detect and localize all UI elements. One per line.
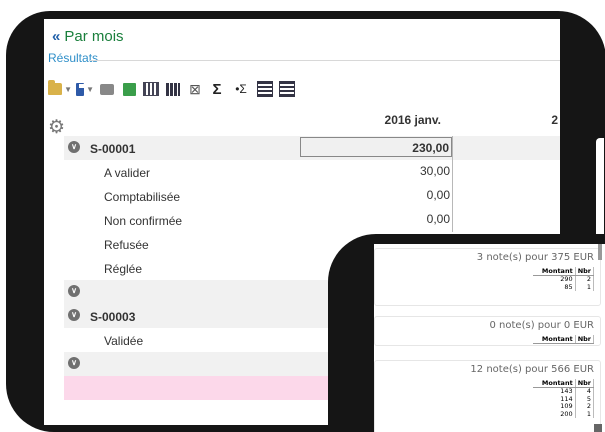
print-icon[interactable] bbox=[98, 80, 116, 98]
collapse-icon[interactable]: ∨ bbox=[68, 285, 80, 297]
column-divider bbox=[452, 160, 453, 184]
note-card: 12 note(s) pour 566 EUR Montant Nbr 143 4 114… bbox=[374, 360, 601, 432]
excel-icon[interactable] bbox=[120, 80, 138, 98]
bars-icon[interactable] bbox=[164, 80, 182, 98]
sum-icon[interactable]: Σ bbox=[208, 80, 226, 98]
section-divider bbox=[90, 60, 560, 61]
cell-value[interactable]: 0,00 bbox=[300, 209, 452, 229]
collapse-icon[interactable]: ∨ bbox=[68, 309, 80, 321]
notes-panel: 3 note(s) pour 375 EUR Montant Nbr 290 2 85 1 0… bbox=[374, 244, 605, 432]
back-chevron-icon[interactable]: « bbox=[52, 28, 60, 45]
note-summary: 12 note(s) pour 566 EUR bbox=[470, 364, 594, 375]
row-label: A valider bbox=[104, 166, 151, 180]
collapse-icon[interactable]: ∨ bbox=[68, 357, 80, 369]
note-table: Montant Nbr 143 4 114 5 109 2 200 1 bbox=[532, 379, 595, 418]
row-label: Réglée bbox=[104, 262, 143, 276]
montant-value: 85 bbox=[532, 283, 576, 291]
note-summary: 0 note(s) pour 0 EUR bbox=[489, 320, 594, 331]
table-row: 290 2 bbox=[532, 275, 595, 284]
row-label: S-00003 bbox=[90, 310, 136, 324]
table-row: 200 1 bbox=[532, 410, 595, 418]
page-title: Par mois bbox=[64, 28, 124, 45]
column-header[interactable]: 2016 janv. bbox=[249, 113, 441, 135]
montant-value: 200 bbox=[532, 410, 576, 418]
scrollbar-thumb[interactable] bbox=[598, 244, 602, 260]
table-row[interactable]: A valider 30,00 bbox=[64, 160, 560, 184]
grid-icon[interactable] bbox=[256, 80, 274, 98]
collapse-icon[interactable]: ∨ bbox=[68, 141, 80, 153]
cell-value[interactable]: 30,00 bbox=[300, 161, 452, 181]
note-table: Montant Nbr 290 2 85 1 bbox=[532, 267, 595, 291]
page-header: «Par mois bbox=[52, 28, 124, 45]
group-row[interactable]: ∨ S-00001 230,00 bbox=[64, 136, 560, 160]
row-label: Validée bbox=[104, 334, 144, 348]
table-row: 85 1 bbox=[532, 283, 595, 291]
note-summary: 3 note(s) pour 375 EUR bbox=[476, 252, 594, 263]
folder-open-icon[interactable]: ▼ bbox=[48, 80, 72, 98]
gear-icon[interactable]: ⚙ bbox=[48, 116, 65, 139]
column-header[interactable]: 2 bbox=[492, 113, 558, 135]
toolbar: ▼ ▼ ⊠ Σ •Σ bbox=[48, 77, 296, 101]
save-icon[interactable]: ▼ bbox=[76, 80, 94, 98]
nbr-value: 1 bbox=[575, 283, 595, 291]
nbr-value: 1 bbox=[575, 410, 595, 418]
column-divider bbox=[452, 184, 453, 208]
cell-value[interactable]: 0,00 bbox=[300, 185, 452, 205]
columns-icon[interactable] bbox=[142, 80, 160, 98]
note-card: 3 note(s) pour 375 EUR Montant Nbr 290 2 85 1 bbox=[374, 248, 601, 306]
cross-table-icon[interactable]: ⊠ bbox=[186, 80, 204, 98]
column-divider bbox=[452, 208, 453, 232]
table-row[interactable]: Non confirmée 0,00 bbox=[64, 208, 560, 232]
nbr-header: Nbr bbox=[575, 335, 595, 344]
row-label: Refusée bbox=[104, 238, 149, 252]
table-row[interactable]: Comptabilisée 0,00 bbox=[64, 184, 560, 208]
sum-arrow-icon[interactable]: •Σ bbox=[230, 80, 252, 98]
row-label: S-00001 bbox=[90, 142, 136, 156]
note-table: Montant Nbr bbox=[532, 335, 595, 344]
scrollbar-end bbox=[594, 424, 602, 432]
montant-header: Montant bbox=[532, 335, 576, 344]
row-label: Comptabilisée bbox=[104, 190, 181, 204]
row-label: Non confirmée bbox=[104, 214, 183, 228]
cell-value[interactable]: 230,00 bbox=[300, 137, 452, 157]
section-subtitle: Résultats bbox=[48, 51, 99, 65]
column-divider bbox=[452, 136, 453, 160]
note-card: 0 note(s) pour 0 EUR Montant Nbr bbox=[374, 316, 601, 346]
grid-alt-icon[interactable] bbox=[278, 80, 296, 98]
